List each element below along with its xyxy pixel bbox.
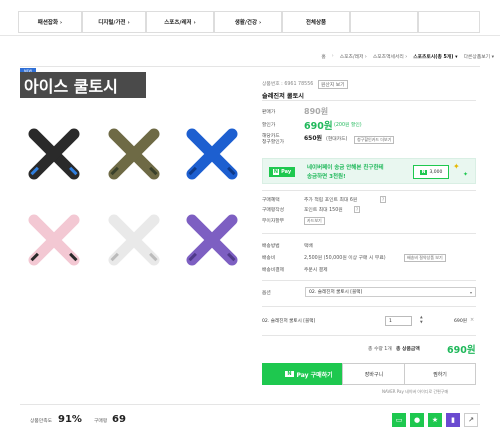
quantity-value: 1 bbox=[389, 318, 392, 324]
card-name: (현대카드) bbox=[326, 137, 348, 142]
satisfaction-label: 상품만족도 bbox=[30, 419, 53, 424]
selected-option-row: 02. 슬레진저 쿨토시 [블랙] 1 ▲ ▼ 690원 × bbox=[262, 315, 476, 330]
naver-icon[interactable]: ● bbox=[410, 413, 424, 427]
benefit-value: 추가 적립 포인트 최대 6원 bbox=[304, 198, 358, 203]
divider bbox=[262, 233, 476, 234]
sleeve-blue-image bbox=[186, 128, 238, 180]
nav-empty-1 bbox=[350, 11, 418, 33]
orig-price-label: 판매가 bbox=[262, 110, 276, 115]
shipping-value: 택배 bbox=[304, 244, 313, 249]
divider bbox=[262, 306, 476, 307]
breadcrumb-other[interactable]: 다른상품보기 ▾ bbox=[464, 53, 494, 60]
sale-price: 690원 bbox=[304, 121, 333, 132]
breadcrumb: 홈 › 스포츠/레저 › 스포츠액세서리 › 스포츠토시(총 5개) ▾ 다른상… bbox=[321, 53, 494, 60]
divider bbox=[262, 335, 476, 336]
shipping-label: 배송비결제 bbox=[262, 268, 285, 273]
help-icon[interactable]: ? bbox=[354, 206, 361, 213]
divider bbox=[262, 190, 476, 191]
cart-button[interactable]: 장바구니 bbox=[342, 363, 406, 385]
divider bbox=[20, 66, 480, 67]
qty-up-button[interactable]: ▲ bbox=[420, 315, 423, 319]
sleeve-pink-image bbox=[28, 214, 80, 266]
sparkle-icon: ✦ bbox=[453, 162, 460, 171]
benefit-label: 무이자할부 bbox=[262, 219, 285, 224]
divider bbox=[262, 280, 476, 281]
bottom-bar: 상품만족도 91% 구매평 69 ▭ ● ★ ▮ ↗ bbox=[20, 404, 480, 434]
sleeve-purple-image bbox=[186, 214, 238, 266]
installment-card-button[interactable]: 카드보기 bbox=[304, 217, 325, 225]
naverpay-note: NAVER Pay 네이버 아이디로 간편구매 bbox=[382, 389, 449, 394]
breadcrumb-current[interactable]: 스포츠토시(총 5개) ▾ bbox=[413, 53, 457, 60]
shipping-value: 2,500원 (50,000원 이상 구매 시 무료) bbox=[304, 256, 386, 261]
remove-option-button[interactable]: × bbox=[470, 317, 474, 323]
npay-banner[interactable]: N Pay 네이버페이 송금 안해본 친구한테 송금하면 3천원! N 3,000 … bbox=[262, 158, 476, 184]
orig-price: 890원 bbox=[304, 107, 329, 116]
nav-sports[interactable]: 스포츠/레저 › bbox=[146, 11, 214, 33]
divider bbox=[262, 100, 476, 101]
sparkle-icon: ✦ bbox=[463, 171, 469, 178]
reviews-value: 69 bbox=[112, 414, 126, 425]
breadcrumb-accessory[interactable]: 스포츠액세서리 › bbox=[373, 53, 407, 60]
breadcrumb-sports[interactable]: 스포츠/레저 › bbox=[340, 53, 367, 60]
share-icon[interactable]: ↗ bbox=[464, 413, 478, 427]
selected-option-price: 690원 bbox=[454, 319, 467, 324]
discount-badge: (200원 할인) bbox=[334, 123, 362, 128]
category-nav: 패션잡화 › 디지털/가전 › 스포츠/레저 › 생활/건강 › 전체상품 bbox=[0, 0, 500, 36]
origin-button[interactable]: 원산지 보기 bbox=[318, 80, 348, 89]
card-price-label: 해당카드 청구할인가 bbox=[262, 134, 285, 145]
nav-fashion[interactable]: 패션잡화 › bbox=[18, 11, 82, 33]
nav-all[interactable]: 전체상품 bbox=[282, 11, 350, 33]
product-name: 슬레진저 쿨토시 bbox=[262, 93, 305, 100]
sleeve-black-image bbox=[28, 128, 80, 180]
breadcrumb-home[interactable]: 홈 bbox=[321, 53, 325, 60]
option-select[interactable]: 02. 슬레진저 쿨토시 [블랙] ▾ bbox=[305, 287, 476, 297]
benefit-value: 포인트 최대 150원 bbox=[304, 208, 343, 213]
reviews-label: 구매평 bbox=[94, 419, 108, 424]
product-image-title: 아이스 쿨토시 bbox=[20, 72, 146, 98]
selected-option-name: 02. 슬레진저 쿨토시 [블랙] bbox=[262, 319, 316, 324]
option-label: 옵션 bbox=[262, 291, 271, 296]
wish-button[interactable]: 찜하기 bbox=[404, 363, 476, 385]
purple-icon[interactable]: ▮ bbox=[446, 413, 460, 427]
product-code: 상품번호 : 6961 78556 bbox=[262, 82, 314, 87]
npay-coupon: N 3,000 bbox=[413, 165, 449, 179]
chevron-down-icon: ▾ bbox=[469, 289, 472, 295]
npay-n-icon: N bbox=[285, 371, 294, 377]
nav-digital[interactable]: 디지털/가전 › bbox=[82, 11, 146, 33]
npay-line1: 네이버페이 송금 안해본 친구한테 bbox=[307, 165, 384, 171]
npay-line2: 송금하면 3천원! bbox=[307, 174, 346, 180]
shipping-value: 주문시 결제 bbox=[304, 268, 328, 273]
shipping-label: 배송비 bbox=[262, 256, 276, 261]
buy-label: Pay 구매하기 bbox=[296, 371, 333, 379]
npay-logo: N Pay bbox=[269, 167, 295, 177]
shipping-label: 배송방법 bbox=[262, 244, 280, 249]
option-selected: 02. 슬레진저 쿨토시 [블랙] bbox=[309, 290, 363, 295]
sale-price-label: 할인가 bbox=[262, 123, 276, 128]
shipping-save-button[interactable]: 배송비 절약상품 보기 bbox=[404, 254, 446, 262]
total-amount: 690원 bbox=[447, 345, 476, 356]
quantity-stepper[interactable]: 1 bbox=[385, 316, 412, 326]
sleeve-white-image bbox=[108, 214, 160, 266]
star-icon[interactable]: ★ bbox=[428, 413, 442, 427]
buy-arrow bbox=[334, 363, 342, 385]
qty-down-button[interactable]: ▼ bbox=[420, 320, 423, 324]
talk-icon[interactable]: ▭ bbox=[392, 413, 406, 427]
nav-empty-2 bbox=[418, 11, 480, 33]
help-icon[interactable]: ? bbox=[380, 196, 387, 203]
card-more-button[interactable]: 청구할인카드 더보기 bbox=[354, 136, 395, 144]
total-label: 총 상품금액 bbox=[396, 347, 420, 352]
benefit-label: 구매평작성 bbox=[262, 208, 285, 213]
nav-life[interactable]: 생활/건강 › bbox=[214, 11, 282, 33]
satisfaction-value: 91% bbox=[58, 414, 82, 425]
sleeve-grid bbox=[20, 114, 246, 294]
card-price: 650원 bbox=[304, 135, 323, 142]
sleeve-camo-image bbox=[108, 128, 160, 180]
total-qty: 총 수량 1개 bbox=[368, 347, 392, 352]
benefit-label: 구매혜택 bbox=[262, 198, 280, 203]
